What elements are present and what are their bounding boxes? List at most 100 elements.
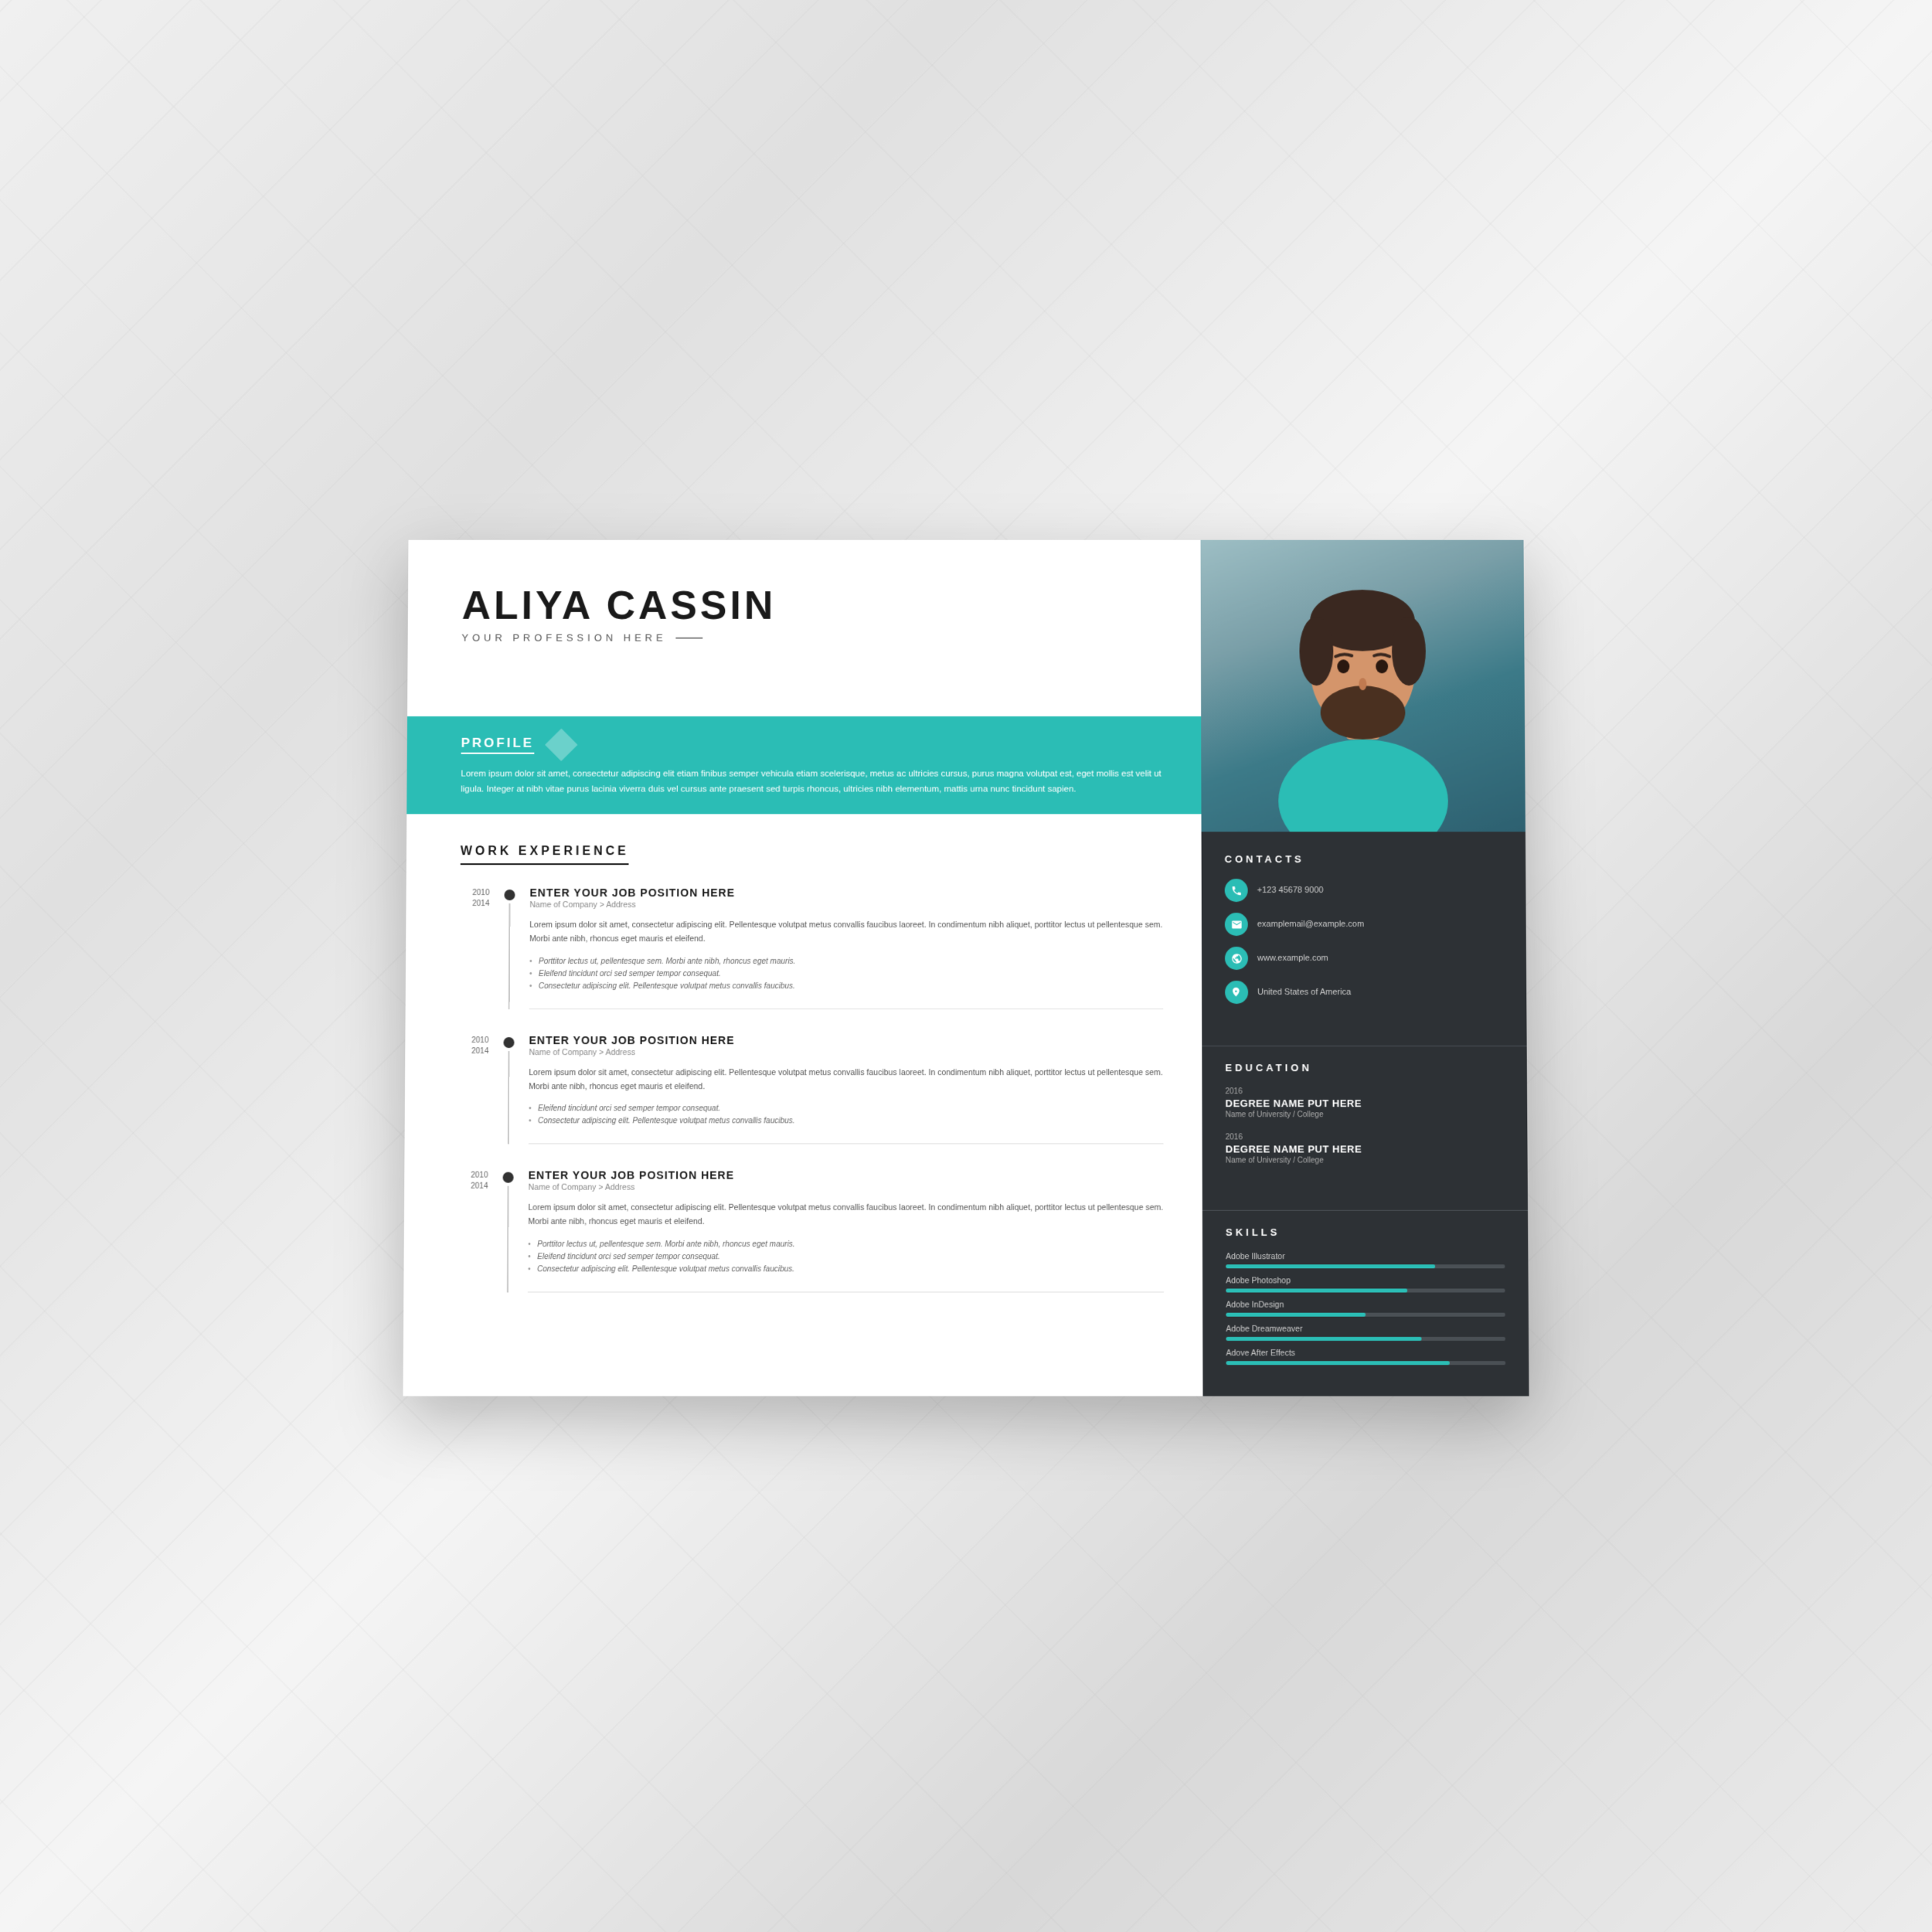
job-bullets: Porttitor lectus ut, pellentesque sem. M… bbox=[528, 1239, 1164, 1276]
job-years: 2010 2014 bbox=[459, 1034, 489, 1145]
bullet-item: Eleifend tincidunt orci sed semper tempo… bbox=[529, 1104, 1163, 1116]
skill-bar-bg bbox=[1226, 1313, 1505, 1317]
contacts-title: CONTACTS bbox=[1225, 853, 1503, 865]
skills-section: SKILLS Adobe Illustrator Adobe Photoshop… bbox=[1202, 1226, 1529, 1396]
skill-name: Adobe InDesign bbox=[1226, 1301, 1505, 1310]
year-end: 2014 bbox=[471, 1046, 488, 1057]
profession-dash-icon bbox=[676, 637, 703, 638]
edu-school: Name of University / College bbox=[1226, 1156, 1505, 1165]
job-bullets: Eleifend tincidunt orci sed semper tempo… bbox=[529, 1104, 1164, 1128]
edu-entry: 2016 DEGREE NAME PUT HERE Name of Univer… bbox=[1225, 1087, 1504, 1119]
profile-title: PROFILE bbox=[461, 736, 535, 754]
skill-bar-bg bbox=[1226, 1288, 1505, 1292]
bullet-item: Consectetur adipiscing elit. Pellentesqu… bbox=[529, 1116, 1164, 1128]
bullet-item: Eleifend tincidunt orci sed semper tempo… bbox=[528, 1251, 1164, 1264]
skill-bar-fill bbox=[1226, 1337, 1421, 1341]
resume-document: ALIYA CASSIN YOUR PROFESSION HERE PROFIL… bbox=[403, 540, 1529, 1396]
job-description: Lorem ipsum dolor sit amet, consectetur … bbox=[529, 1066, 1163, 1094]
year-end: 2014 bbox=[471, 1182, 488, 1192]
skill-name: Adobe Dreamweaver bbox=[1226, 1325, 1505, 1334]
bullet-item: Eleifend tincidunt orci sed semper tempo… bbox=[529, 968, 1163, 981]
job-years: 2010 2014 bbox=[460, 886, 490, 1009]
year-start: 2010 bbox=[472, 888, 489, 899]
job-bullets: Porttitor lectus ut, pellentesque sem. M… bbox=[529, 956, 1163, 993]
company-name: Name of Company > Address bbox=[529, 1183, 1164, 1192]
edu-entry: 2016 DEGREE NAME PUT HERE Name of Univer… bbox=[1226, 1133, 1505, 1165]
left-panel: ALIYA CASSIN YOUR PROFESSION HERE PROFIL… bbox=[403, 540, 1202, 1396]
location-icon bbox=[1225, 981, 1248, 1004]
timeline-line bbox=[509, 903, 511, 1009]
edu-degree: DEGREE NAME PUT HERE bbox=[1226, 1143, 1505, 1155]
job-title: ENTER YOUR JOB POSITION HERE bbox=[529, 1034, 1163, 1046]
company-name: Name of Company > Address bbox=[529, 900, 1162, 910]
bullet-item: Porttitor lectus ut, pellentesque sem. M… bbox=[528, 1239, 1164, 1251]
job-content: ENTER YOUR JOB POSITION HERE Name of Com… bbox=[529, 886, 1163, 1009]
skill-bar-fill bbox=[1226, 1361, 1449, 1365]
job-description: Lorem ipsum dolor sit amet, consectetur … bbox=[528, 1202, 1163, 1230]
email-icon bbox=[1225, 913, 1248, 936]
work-section: WORK EXPERIENCE 2010 2014 ENTER YOUR JOB… bbox=[403, 814, 1202, 1396]
job-years: 2010 2014 bbox=[458, 1169, 488, 1293]
bullet-item: Consectetur adipiscing elit. Pellentesqu… bbox=[528, 1264, 1164, 1276]
profile-header: PROFILE bbox=[461, 733, 1163, 757]
job-content: ENTER YOUR JOB POSITION HERE Name of Com… bbox=[529, 1034, 1164, 1145]
company-name: Name of Company > Address bbox=[529, 1048, 1163, 1057]
email-text: examplemail@example.com bbox=[1257, 920, 1364, 929]
web-text: www.example.com bbox=[1257, 954, 1328, 963]
job-timeline bbox=[503, 886, 516, 1009]
skill-bar-fill bbox=[1226, 1288, 1407, 1292]
year-start: 2010 bbox=[471, 1171, 488, 1182]
person-avatar bbox=[1254, 540, 1471, 832]
profile-text: Lorem ipsum dolor sit amet, consectetur … bbox=[461, 767, 1162, 798]
divider bbox=[1202, 1210, 1528, 1211]
timeline-line bbox=[507, 1186, 509, 1293]
skill-bar-fill bbox=[1226, 1264, 1435, 1268]
profession-line: YOUR PROFESSION HERE bbox=[461, 632, 1162, 644]
web-icon bbox=[1225, 947, 1248, 970]
job-entry: 2010 2014 ENTER YOUR JOB POSITION HERE N… bbox=[459, 1034, 1164, 1145]
skill-item: Adobe Photoshop bbox=[1226, 1276, 1505, 1292]
phone-icon bbox=[1225, 879, 1248, 902]
edu-school: Name of University / College bbox=[1226, 1111, 1505, 1119]
job-content: ENTER YOUR JOB POSITION HERE Name of Com… bbox=[528, 1169, 1164, 1293]
job-timeline bbox=[502, 1169, 515, 1293]
profile-section: PROFILE Lorem ipsum dolor sit amet, cons… bbox=[406, 716, 1201, 814]
header-area: ALIYA CASSIN YOUR PROFESSION HERE bbox=[407, 540, 1201, 693]
edu-year: 2016 bbox=[1226, 1133, 1505, 1141]
bullet-item: Porttitor lectus ut, pellentesque sem. M… bbox=[529, 956, 1163, 968]
profile-diamond-icon bbox=[545, 729, 577, 761]
skill-bar-bg bbox=[1226, 1264, 1505, 1268]
year-end: 2014 bbox=[472, 899, 489, 910]
phone-text: +123 45678 9000 bbox=[1257, 886, 1324, 895]
skill-name: Adobe Illustrator bbox=[1226, 1252, 1505, 1261]
job-title: ENTER YOUR JOB POSITION HERE bbox=[529, 886, 1162, 899]
bullet-item: Consectetur adipiscing elit. Pellentesqu… bbox=[529, 981, 1163, 993]
job-title: ENTER YOUR JOB POSITION HERE bbox=[529, 1169, 1164, 1182]
location-text: United States of America bbox=[1257, 988, 1351, 997]
skill-item: Adobe InDesign bbox=[1226, 1301, 1505, 1317]
timeline-dot bbox=[503, 1172, 514, 1183]
profession: YOUR PROFESSION HERE bbox=[461, 632, 666, 644]
year-start: 2010 bbox=[471, 1036, 488, 1046]
full-name: ALIYA CASSIN bbox=[462, 586, 1163, 626]
edu-degree: DEGREE NAME PUT HERE bbox=[1225, 1097, 1504, 1109]
job-entry: 2010 2014 ENTER YOUR JOB POSITION HERE N… bbox=[460, 886, 1163, 1009]
skills-title: SKILLS bbox=[1226, 1226, 1505, 1238]
job-timeline bbox=[502, 1034, 515, 1145]
name-title: ALIYA CASSIN YOUR PROFESSION HERE bbox=[461, 586, 1162, 643]
skill-item: Adobe Illustrator bbox=[1226, 1252, 1505, 1268]
contacts-section: CONTACTS +123 45678 9000 examplemail@exa… bbox=[1202, 832, 1527, 1030]
skill-item: Adove After Effects bbox=[1226, 1349, 1505, 1365]
job-description: Lorem ipsum dolor sit amet, consectetur … bbox=[529, 919, 1163, 947]
timeline-dot bbox=[503, 1037, 514, 1048]
edu-year: 2016 bbox=[1225, 1087, 1504, 1096]
education-title: EDUCATION bbox=[1225, 1062, 1503, 1073]
contact-item-web: www.example.com bbox=[1225, 947, 1503, 970]
timeline-dot bbox=[504, 889, 515, 900]
skill-bar-bg bbox=[1226, 1337, 1505, 1341]
skill-name: Adobe Photoshop bbox=[1226, 1276, 1505, 1285]
skill-bar-bg bbox=[1226, 1361, 1505, 1365]
contact-item-email: examplemail@example.com bbox=[1225, 913, 1503, 936]
contact-item-phone: +123 45678 9000 bbox=[1225, 879, 1503, 902]
photo-area bbox=[1201, 540, 1526, 832]
